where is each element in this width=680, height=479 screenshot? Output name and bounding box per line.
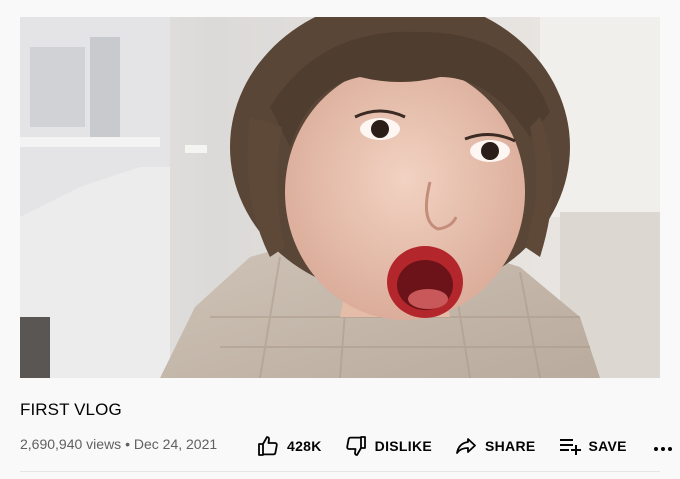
upload-date: Dec 24, 2021 bbox=[133, 436, 218, 452]
divider bbox=[20, 471, 660, 472]
share-button[interactable]: SHARE bbox=[454, 432, 536, 460]
like-count: 428K bbox=[287, 438, 322, 454]
video-player[interactable] bbox=[20, 17, 660, 378]
dislike-button[interactable]: DISLIKE bbox=[344, 432, 432, 460]
share-arrow-icon bbox=[454, 434, 478, 458]
dislike-label: DISLIKE bbox=[374, 438, 432, 454]
playlist-add-icon bbox=[558, 434, 582, 458]
meta-separator: • bbox=[125, 436, 130, 452]
share-label: SHARE bbox=[485, 438, 536, 454]
like-button[interactable]: 428K bbox=[256, 432, 322, 460]
thumb-up-icon bbox=[256, 434, 280, 458]
video-meta: 2,690,940 views • Dec 24, 2021 bbox=[20, 436, 217, 452]
more-horizontal-icon bbox=[651, 434, 675, 458]
video-actions: 428K DISLIKE SHARE SAVE bbox=[256, 432, 675, 460]
video-title: FIRST VLOG bbox=[20, 400, 122, 419]
thumb-down-icon bbox=[344, 434, 368, 458]
view-count: 2,690,940 views bbox=[20, 436, 122, 452]
video-frame-image bbox=[20, 17, 660, 378]
save-button[interactable]: SAVE bbox=[558, 432, 627, 460]
save-label: SAVE bbox=[588, 438, 627, 454]
more-actions-button[interactable] bbox=[651, 432, 675, 460]
